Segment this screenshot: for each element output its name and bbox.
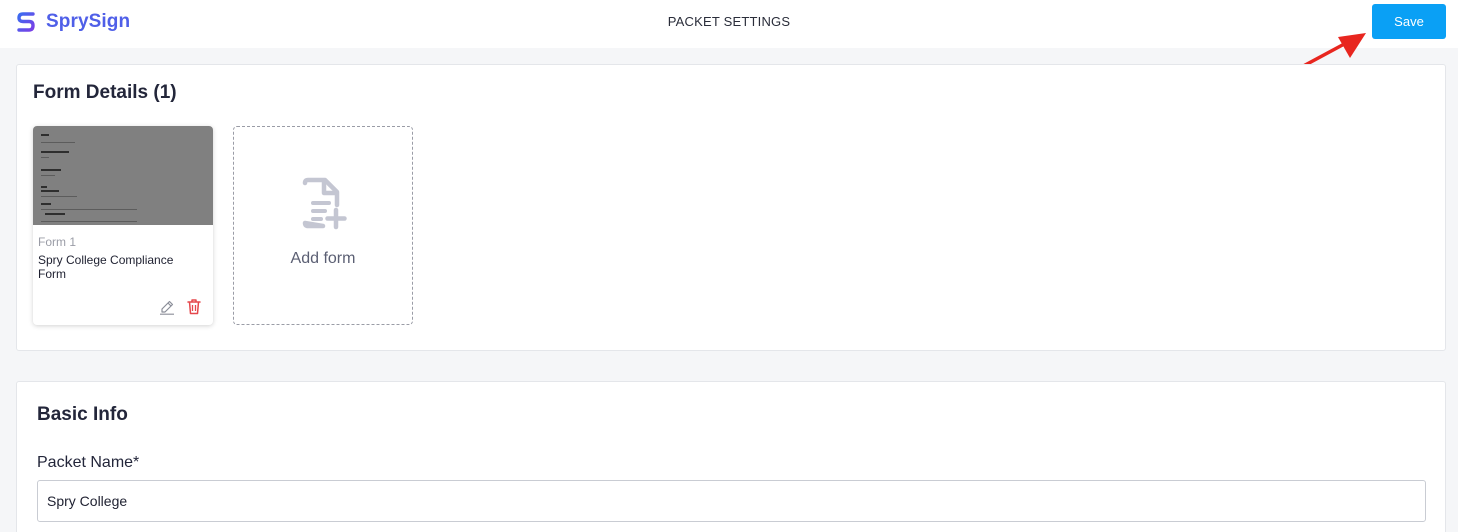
form-details-title: Form Details (1): [33, 82, 177, 103]
file-add-icon: [302, 177, 347, 230]
form-details-section: Form Details (1) Form 1 Spry College Com…: [16, 64, 1446, 351]
form-number: Form 1: [38, 235, 77, 249]
add-form-label: Add form: [290, 250, 356, 267]
form-thumbnail: [33, 126, 213, 225]
packet-name-label: Packet Name*: [37, 454, 140, 471]
basic-info-section: Basic Info Packet Name*: [16, 381, 1446, 532]
top-bar: SprySign PACKET SETTINGS Save: [0, 0, 1458, 48]
basic-info-title: Basic Info: [37, 404, 128, 425]
page-title: PACKET SETTINGS: [667, 14, 791, 29]
form-card[interactable]: Form 1 Spry College Compliance Form: [33, 126, 213, 325]
form-name: Spry College Compliance Form: [38, 253, 174, 281]
pencil-icon[interactable]: [159, 299, 175, 315]
packet-name-input[interactable]: [37, 480, 1426, 522]
add-form-button[interactable]: Add form: [233, 126, 413, 325]
save-button[interactable]: Save: [1372, 4, 1446, 39]
trash-icon[interactable]: [186, 298, 202, 315]
